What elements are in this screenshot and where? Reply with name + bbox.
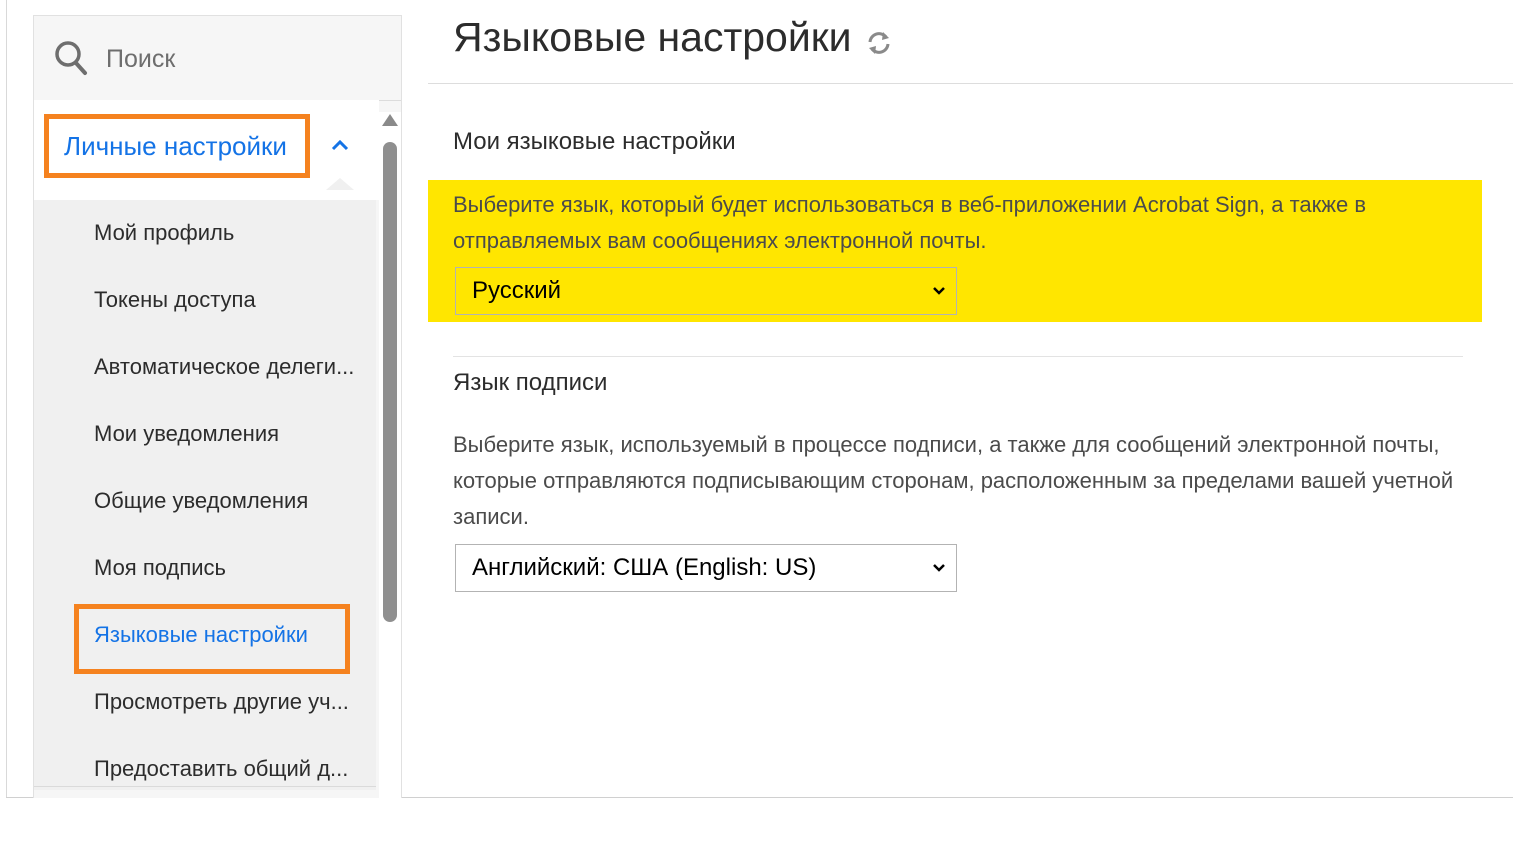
sidebar-item-share-access[interactable]: Предоставить общий д... bbox=[94, 749, 370, 789]
sidebar-item-language-settings[interactable]: Языковые настройки bbox=[94, 615, 370, 655]
chevron-down-icon bbox=[933, 287, 945, 295]
search-icon[interactable] bbox=[54, 40, 88, 76]
signing-language-heading: Язык подписи bbox=[453, 369, 608, 396]
section-pointer bbox=[326, 178, 354, 190]
sidebar-item-shared-notifications[interactable]: Общие уведомления bbox=[94, 481, 370, 521]
my-language-description: Выберите язык, который будет использоват… bbox=[453, 192, 1367, 253]
sidebar-item-my-notifications[interactable]: Мои уведомления bbox=[94, 414, 370, 454]
sidebar-item-my-profile[interactable]: Мой профиль bbox=[94, 213, 370, 253]
sidebar: Личные настройки Мой профиль Токены дост… bbox=[33, 15, 402, 798]
sidebar-scrollbar[interactable] bbox=[379, 112, 401, 798]
frame-left-border bbox=[6, 0, 7, 798]
section-divider bbox=[453, 356, 1463, 357]
sidebar-item-access-tokens[interactable]: Токены доступа bbox=[94, 280, 370, 320]
sidebar-nav: Мой профиль Токены доступа Автоматическо… bbox=[34, 200, 376, 790]
signing-language-select-value: Английский: США (English: US) bbox=[472, 554, 817, 581]
search-bar bbox=[34, 16, 401, 101]
sidebar-item-my-signature[interactable]: Моя подпись bbox=[94, 548, 370, 588]
sidebar-item-auto-delegation[interactable]: Автоматическое делеги... bbox=[94, 347, 370, 387]
sidebar-section-header[interactable]: Личные настройки bbox=[34, 100, 379, 200]
nav-bottom-divider bbox=[34, 786, 376, 787]
title-divider bbox=[428, 83, 1513, 84]
scroll-up-arrow-icon[interactable] bbox=[382, 114, 398, 126]
refresh-icon[interactable] bbox=[866, 30, 892, 56]
sidebar-item-view-other-accounts[interactable]: Просмотреть другие уч... bbox=[94, 682, 370, 722]
chevron-up-icon[interactable] bbox=[330, 138, 350, 152]
main-content: Языковые настройки Мои языковые настройк… bbox=[428, 0, 1513, 797]
signing-language-description: Выберите язык, используемый в процессе п… bbox=[453, 432, 1454, 529]
sidebar-section-title[interactable]: Личные настройки bbox=[44, 114, 310, 178]
ui-language-select-value: Русский bbox=[472, 277, 562, 304]
signing-language-select[interactable]: Английский: США (English: US) bbox=[455, 544, 957, 592]
scroll-thumb[interactable] bbox=[383, 142, 397, 622]
search-input[interactable] bbox=[104, 38, 388, 80]
ui-language-select[interactable]: Русский bbox=[455, 267, 957, 315]
my-language-heading: Мои языковые настройки bbox=[453, 128, 736, 155]
page-title: Языковые настройки bbox=[453, 14, 852, 60]
chevron-down-icon bbox=[933, 564, 945, 572]
